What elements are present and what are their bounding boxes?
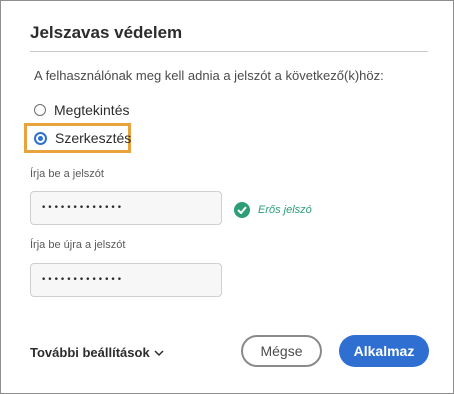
radio-button-view[interactable] (34, 104, 46, 116)
password-strength-text: Erős jelszó (258, 204, 312, 216)
radio-option-edit[interactable]: Szerkesztés (34, 130, 131, 146)
more-settings-label: További beállítások (30, 345, 150, 360)
title-divider (30, 51, 428, 52)
password-protection-dialog: Jelszavas védelem A felhasználónak meg k… (0, 0, 454, 394)
dialog-title: Jelszavas védelem (30, 23, 183, 42)
password-input[interactable]: ••••••••••••• (30, 191, 222, 225)
password-label: Írja be a jelszót (30, 168, 104, 180)
checkmark-circle-icon (234, 202, 250, 218)
confirm-password-label: Írja be újra a jelszót (30, 239, 126, 251)
confirm-password-input[interactable]: ••••••••••••• (30, 263, 222, 297)
permission-prompt: A felhasználónak meg kell adnia a jelszó… (34, 68, 384, 83)
radio-label-edit: Szerkesztés (55, 130, 132, 146)
radio-label-view: Megtekintés (54, 102, 130, 118)
radio-button-edit[interactable] (34, 131, 47, 145)
more-settings-toggle[interactable]: További beállítások (30, 345, 164, 360)
cancel-button[interactable]: Mégse (241, 335, 322, 367)
apply-button[interactable]: Alkalmaz (339, 335, 429, 367)
radio-option-view[interactable]: Megtekintés (34, 102, 129, 118)
chevron-down-icon (154, 345, 164, 360)
password-strength-indicator: Erős jelszó (234, 202, 312, 218)
